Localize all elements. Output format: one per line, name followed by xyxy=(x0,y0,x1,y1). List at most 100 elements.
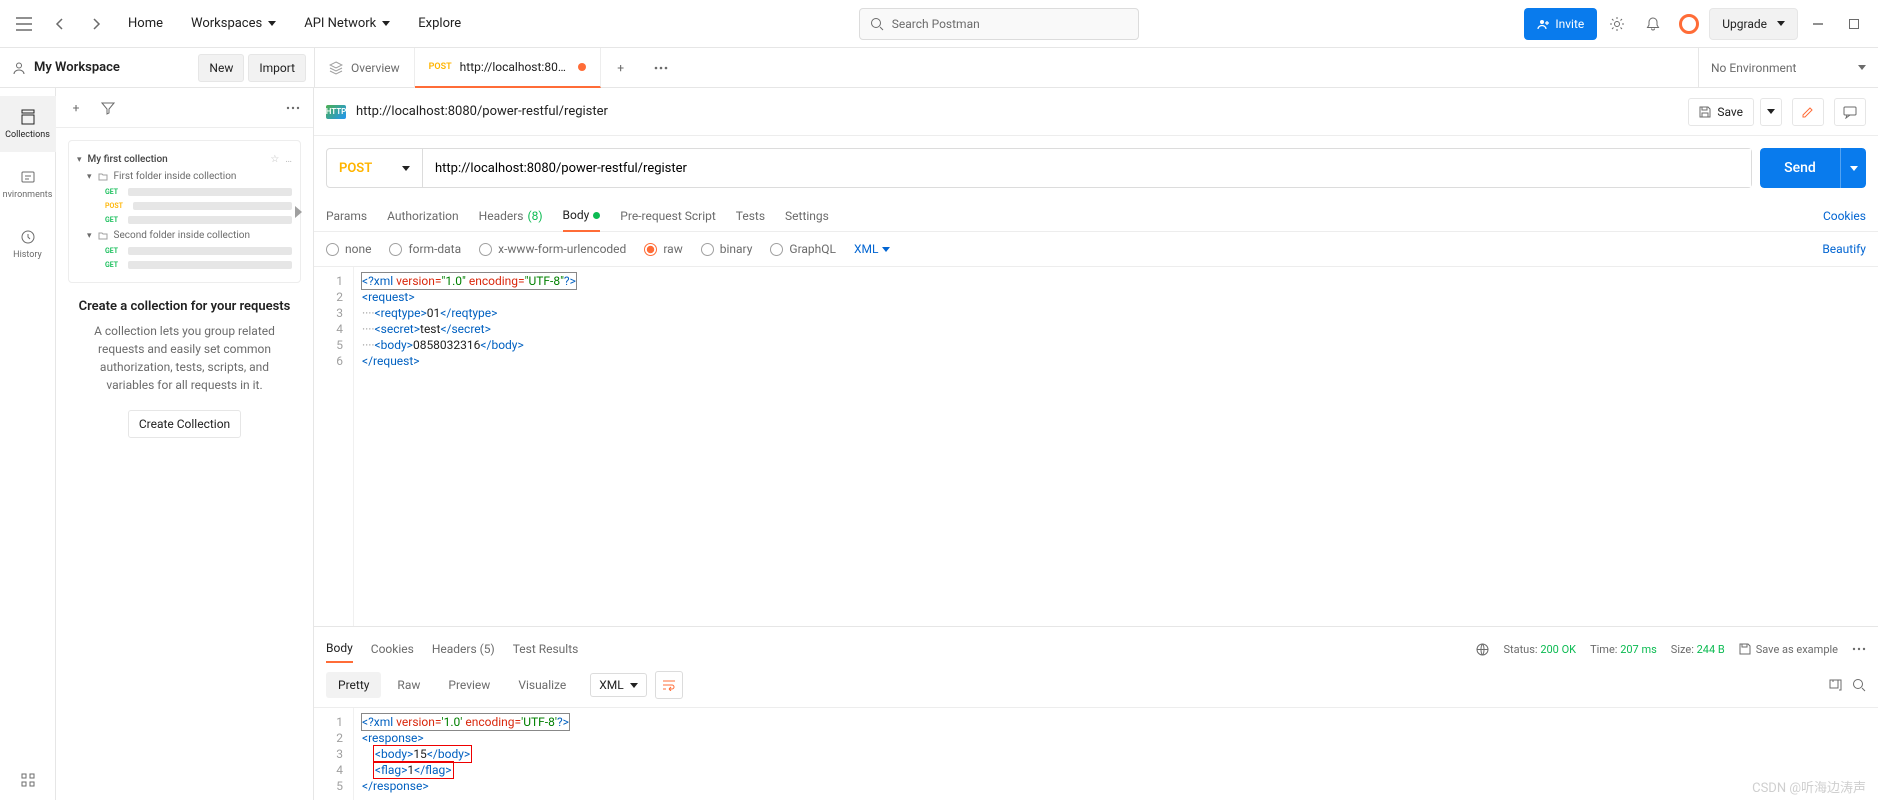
body-type-none[interactable]: none xyxy=(326,242,371,256)
tab-request[interactable]: POST http://localhost:8080/ xyxy=(415,48,601,88)
response-tab-headers[interactable]: Headers (5) xyxy=(432,636,495,662)
tab-settings[interactable]: Settings xyxy=(785,201,829,231)
folder-label: Second folder inside collection xyxy=(114,230,250,241)
response-language-select[interactable]: XML xyxy=(590,673,646,697)
body-type-raw[interactable]: raw xyxy=(644,242,682,256)
tab-tests[interactable]: Tests xyxy=(736,201,765,231)
notifications-icon[interactable] xyxy=(1637,8,1669,40)
save-icon xyxy=(1699,106,1711,118)
hamburger-icon[interactable] xyxy=(8,8,40,40)
body-type-graphql[interactable]: GraphQL xyxy=(770,242,836,256)
rail-history[interactable]: History xyxy=(0,216,56,272)
url-bar: POST xyxy=(326,148,1752,188)
beautify-button[interactable]: Beautify xyxy=(1822,242,1866,256)
environments-icon xyxy=(19,168,37,186)
environment-label: No Environment xyxy=(1711,61,1796,75)
new-button[interactable]: New xyxy=(198,54,244,82)
response-body-editor[interactable]: 12345 <?xml version='1.0' encoding='UTF-… xyxy=(314,708,1878,800)
language-select[interactable]: XML xyxy=(854,242,890,256)
avatar-icon[interactable] xyxy=(1673,8,1705,40)
person-plus-icon xyxy=(1537,18,1549,30)
method-label: POST xyxy=(339,161,372,176)
response-fmt-visualize[interactable]: Visualize xyxy=(506,672,578,698)
add-collection-button[interactable]: + xyxy=(64,96,88,120)
create-collection-button[interactable]: Create Collection xyxy=(128,410,241,438)
nav-api-network-label: API Network xyxy=(304,16,376,31)
response-tab-cookies[interactable]: Cookies xyxy=(371,636,414,662)
save-button[interactable]: Save xyxy=(1688,98,1754,126)
response-fmt-raw[interactable]: Raw xyxy=(385,672,432,698)
more-icon[interactable] xyxy=(1852,647,1866,651)
environment-select[interactable]: No Environment xyxy=(1698,48,1878,88)
response-code: <?xml version='1.0' encoding='UTF-8'?> <… xyxy=(354,708,577,800)
body-type-urlencoded[interactable]: x-www-form-urlencoded xyxy=(479,242,626,256)
body-type-binary[interactable]: binary xyxy=(701,242,753,256)
workspace-label[interactable]: My Workspace xyxy=(0,60,132,75)
radio-label: none xyxy=(345,242,371,256)
send-button[interactable]: Send xyxy=(1760,148,1840,188)
nav-home[interactable]: Home xyxy=(116,8,175,39)
radio-label: raw xyxy=(663,242,682,256)
code-content: <?xml version="1.0" encoding="UTF-8"?> <… xyxy=(354,267,584,626)
rail-collections-label: Collections xyxy=(5,130,50,140)
sidebar-options-icon[interactable] xyxy=(281,96,305,120)
settings-icon[interactable] xyxy=(1601,8,1633,40)
response-tab-tests[interactable]: Test Results xyxy=(513,636,579,662)
filter-icon[interactable] xyxy=(96,96,120,120)
rail-environments[interactable]: nvironments xyxy=(0,156,56,212)
method-get-badge: GET xyxy=(105,216,118,224)
response-fmt-preview[interactable]: Preview xyxy=(436,672,502,698)
nav-explore[interactable]: Explore xyxy=(406,8,473,39)
radio-label: form-data xyxy=(408,242,461,256)
tab-overview[interactable]: Overview xyxy=(315,48,415,88)
body-type-row: none form-data x-www-form-urlencoded raw… xyxy=(314,232,1878,267)
nav-workspaces[interactable]: Workspaces xyxy=(179,8,288,39)
save-label: Save xyxy=(1717,105,1743,119)
upgrade-label: Upgrade xyxy=(1722,17,1767,31)
rail-more[interactable] xyxy=(0,760,56,800)
top-bar: Home Workspaces API Network Explore Sear… xyxy=(0,0,1878,48)
response-fmt-pretty[interactable]: Pretty xyxy=(326,672,381,698)
tab-params[interactable]: Params xyxy=(326,201,367,231)
wrap-lines-icon[interactable] xyxy=(655,671,683,699)
search-response-icon[interactable] xyxy=(1852,678,1866,692)
upgrade-button[interactable]: Upgrade xyxy=(1709,8,1798,40)
request-body-editor[interactable]: 123456 <?xml version="1.0" encoding="UTF… xyxy=(314,267,1878,626)
search-input[interactable]: Search Postman xyxy=(859,8,1139,40)
rail-collections[interactable]: Collections xyxy=(0,96,56,152)
expand-caret-icon[interactable] xyxy=(295,206,302,218)
edit-icon[interactable] xyxy=(1792,98,1824,126)
tab-headers[interactable]: Headers (8) xyxy=(479,201,543,231)
http-badge-icon: HTTP xyxy=(326,105,346,119)
collections-sidebar: + ▾My first collection☆… ▾First folder i… xyxy=(56,88,314,800)
comment-icon[interactable] xyxy=(1834,98,1866,126)
back-button[interactable] xyxy=(44,8,76,40)
forward-button[interactable] xyxy=(80,8,112,40)
tab-prerequest[interactable]: Pre-request Script xyxy=(620,201,715,231)
response-tab-body[interactable]: Body xyxy=(326,635,353,663)
maximize-window-icon[interactable] xyxy=(1838,8,1870,40)
body-type-formdata[interactable]: form-data xyxy=(389,242,461,256)
copy-icon[interactable] xyxy=(1828,678,1842,692)
tab-options-icon[interactable] xyxy=(641,66,681,70)
send-dropdown[interactable] xyxy=(1840,148,1866,188)
invite-label: Invite xyxy=(1555,17,1584,31)
url-input[interactable] xyxy=(423,149,1751,187)
method-post-badge: POST xyxy=(105,202,123,210)
invite-button[interactable]: Invite xyxy=(1524,8,1597,40)
radio-label: binary xyxy=(720,242,753,256)
response-tab-bar: Body Cookies Headers (5) Test Results St… xyxy=(314,627,1878,663)
save-dropdown[interactable] xyxy=(1760,98,1782,126)
status-value: 200 OK xyxy=(1540,643,1576,656)
save-as-example-button[interactable]: Save as example xyxy=(1739,643,1838,656)
tab-authorization[interactable]: Authorization xyxy=(387,201,459,231)
minimize-window-icon[interactable] xyxy=(1802,8,1834,40)
new-tab-button[interactable]: + xyxy=(601,61,641,75)
nav-api-network[interactable]: API Network xyxy=(292,8,402,39)
tab-method-badge: POST xyxy=(429,62,452,72)
size-label: Size: xyxy=(1671,643,1694,656)
cookies-link[interactable]: Cookies xyxy=(1823,209,1866,223)
import-button[interactable]: Import xyxy=(248,54,306,82)
method-select[interactable]: POST xyxy=(327,149,423,187)
tab-body[interactable]: Body xyxy=(563,200,601,232)
